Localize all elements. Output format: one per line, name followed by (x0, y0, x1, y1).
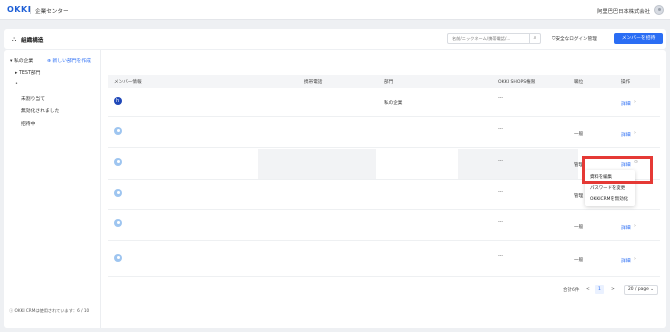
tree-item-dot[interactable]: • (15, 81, 18, 87)
table-row: --- 管理 詳細 ⊙ (108, 149, 660, 180)
table-row: 私の企業 --- 詳細 › (108, 88, 660, 117)
chevron-right-icon[interactable]: › (634, 100, 636, 105)
column-header-action: 操作 (621, 80, 631, 85)
chevron-down-icon: ⌄ (648, 287, 654, 292)
pagination-total: 合計6件 (563, 288, 580, 293)
chevron-right-icon[interactable]: › (634, 224, 636, 229)
avatar (114, 97, 122, 105)
position-cell: 一般 (574, 258, 584, 263)
avatar (114, 219, 122, 227)
avatar (114, 127, 122, 135)
shops-cell: --- (498, 159, 503, 164)
menu-item-change-password[interactable]: パスワードを変更 (590, 185, 625, 191)
detail-link[interactable]: 詳細 (621, 131, 631, 138)
sidebar-item-unassigned[interactable]: 未割り当て (21, 95, 45, 102)
position-cell: 管理 (574, 194, 584, 199)
shops-cell: --- (498, 220, 503, 225)
table-row: --- 一般 詳細 › (108, 211, 660, 241)
highlight-annotation-box (582, 156, 653, 184)
column-header-phone: 携帯電話 (304, 80, 323, 85)
table-row: --- 一般 詳細 › (108, 118, 660, 148)
sidebar-item-invited[interactable]: 招待中 (21, 120, 35, 127)
department-sidebar: ▾ 私の企業 ⊕ 新しい部門を作成 ▸ TEST部門 • 未割り当て 無効化され… (4, 50, 101, 328)
column-header-position: 職位 (574, 80, 584, 85)
chevron-right-icon[interactable]: › (634, 131, 636, 136)
new-department-label: 新しい部門を作成 (52, 59, 91, 64)
search-input[interactable] (452, 34, 532, 43)
top-bar: OKKI 企業センター 阿里巴巴日本株式会社 (0, 0, 670, 20)
shops-cell: --- (498, 127, 503, 132)
avatar (114, 254, 122, 262)
user-avatar-icon[interactable] (654, 5, 664, 15)
detail-link[interactable]: 詳細 (621, 257, 631, 264)
column-header-shops: OKKI SHOPS権限 (498, 80, 536, 85)
detail-link[interactable]: 詳細 (621, 224, 631, 231)
pagination-current-page[interactable]: 1 (595, 285, 604, 294)
pagination-prev-button[interactable]: < (586, 287, 590, 292)
okki-logo[interactable]: OKKI (7, 5, 31, 14)
table-row: --- 管理 (108, 181, 660, 210)
search-icon[interactable]: ⌕ (529, 34, 540, 43)
page-title: 組織構造 (21, 38, 44, 44)
chevron-right-icon[interactable]: › (634, 257, 636, 262)
department-cell: 私の企業 (384, 101, 403, 106)
tree-child-label: TEST部門 (18, 71, 41, 76)
avatar (114, 189, 122, 197)
org-header: ⛬ 組織構造 ⌕ ⛉安全なログイン管理 メンバーを招待 (4, 29, 666, 49)
column-header-member: メンバー情報 (114, 80, 142, 85)
menu-item-disable-crm[interactable]: OKKICRMを無効化 (590, 196, 628, 202)
tree-item-test-department[interactable]: ▸ TEST部門 (15, 69, 40, 76)
page-size-value: 20 / page (628, 287, 649, 292)
table-header: メンバー情報 携帯電話 部門 OKKI SHOPS権限 職位 操作 (108, 75, 660, 88)
pagination-next-button[interactable]: > (611, 287, 615, 292)
safe-login-label: 安全なログイン管理 (555, 37, 597, 42)
org-structure-icon: ⛬ (12, 36, 17, 43)
shops-cell: --- (498, 254, 503, 259)
crm-usage-footer: ⓘ OKKI CRMは使用されています：6 / 10 (9, 308, 89, 314)
shops-cell-masked (458, 149, 578, 179)
new-department-button[interactable]: ⊕ 新しい部門を作成 (47, 57, 91, 64)
column-header-department: 部門 (384, 80, 394, 85)
sidebar-item-disabled[interactable]: 無効化されました (21, 107, 59, 114)
shops-cell: --- (498, 96, 503, 101)
crm-usage-text: OKKI CRMは使用されています：6 / 10 (14, 308, 90, 313)
search-box[interactable]: ⌕ (447, 33, 541, 44)
position-cell: 一般 (574, 225, 584, 230)
app-title: 企業センター (35, 9, 69, 15)
invite-member-button[interactable]: メンバーを招待 (614, 33, 663, 44)
detail-link[interactable]: 詳細 (621, 100, 631, 107)
table-row: --- 一般 詳細 › (108, 242, 660, 277)
tree-root-item[interactable]: ▾ 私の企業 (10, 57, 33, 64)
position-cell: 一般 (574, 132, 584, 137)
tree-root-label: 私の企業 (13, 59, 34, 64)
logo-divider (30, 6, 31, 14)
shops-cell: --- (498, 190, 503, 195)
company-name[interactable]: 阿里巴巴日本株式会社 (597, 7, 650, 15)
page-size-select[interactable]: 20 / page ⌄ (624, 285, 658, 295)
safe-login-management-link[interactable]: ⛉安全なログイン管理 (552, 36, 597, 42)
avatar (114, 158, 122, 166)
phone-cell-masked (258, 149, 376, 179)
